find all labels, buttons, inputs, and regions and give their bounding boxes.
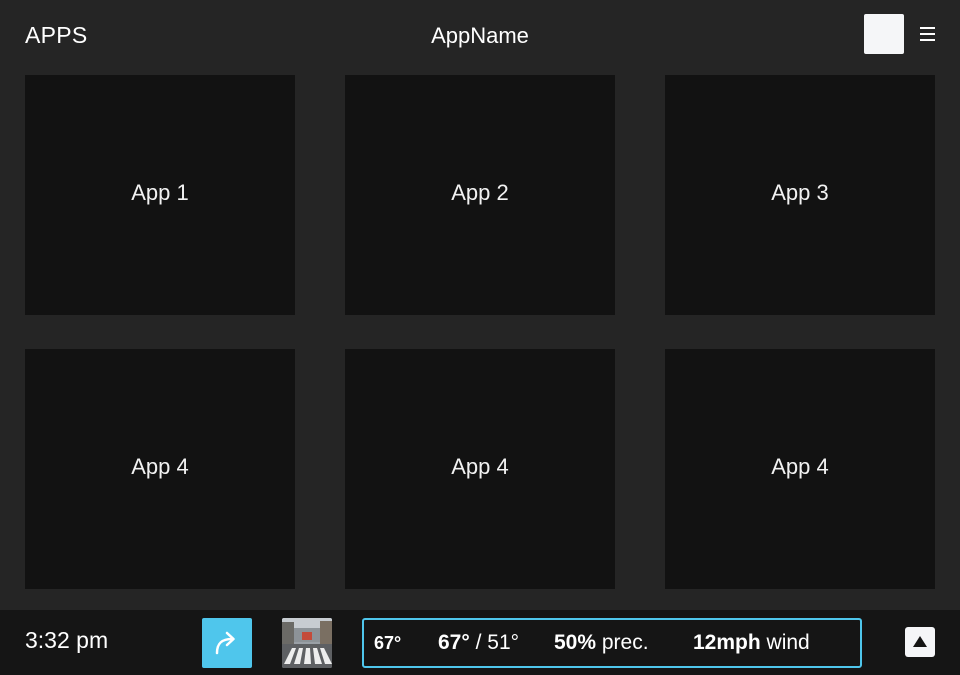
temp-separator: / bbox=[475, 631, 482, 654]
high-temperature: 67° bbox=[438, 631, 470, 654]
low-temperature: 51° bbox=[487, 631, 520, 654]
app-tile-label: App 4 bbox=[451, 454, 509, 479]
precipitation-value: 50% bbox=[554, 631, 597, 654]
app-tile-5[interactable]: App 4 bbox=[345, 349, 615, 589]
bottom-bar: 3:32 pm 67° 67° / 51° 50% prec. 12mph wi… bbox=[0, 610, 960, 675]
clock: 3:32 pm bbox=[25, 627, 109, 653]
header: APPS AppName bbox=[0, 0, 960, 72]
app-tile-2[interactable]: App 2 bbox=[345, 75, 615, 315]
triangle-up-icon bbox=[913, 636, 927, 647]
wind-label: wind bbox=[766, 631, 810, 654]
app-tile-label: App 1 bbox=[131, 180, 189, 205]
wind: 12mph wind bbox=[693, 631, 810, 655]
apps-screen: APPS AppName App 1 App 2 App 3 App 4 App… bbox=[0, 0, 960, 675]
street-thumbnail[interactable] bbox=[282, 618, 332, 668]
app-tile-3[interactable]: App 3 bbox=[665, 75, 935, 315]
app-tile-1[interactable]: App 1 bbox=[25, 75, 295, 315]
app-tile-label: App 4 bbox=[771, 454, 829, 479]
square-button[interactable] bbox=[864, 14, 904, 54]
precipitation: 50% prec. bbox=[554, 631, 649, 655]
app-tile-4[interactable]: App 4 bbox=[25, 349, 295, 589]
turn-right-arrow-icon bbox=[215, 631, 235, 655]
app-tile-label: App 3 bbox=[771, 180, 829, 205]
expand-button[interactable] bbox=[905, 627, 935, 657]
app-tile-label: App 2 bbox=[451, 180, 509, 205]
menu-icon[interactable] bbox=[920, 27, 935, 41]
app-name: AppName bbox=[431, 23, 529, 48]
app-tile-label: App 4 bbox=[131, 454, 189, 479]
wind-value: 12mph bbox=[693, 631, 761, 654]
precipitation-label: prec. bbox=[601, 631, 649, 654]
street-crosswalk-thumbnail bbox=[282, 618, 332, 668]
app-tile-6[interactable]: App 4 bbox=[665, 349, 935, 589]
high-low-temperature: 67° / 51° bbox=[438, 631, 519, 655]
navigation-button[interactable] bbox=[202, 618, 252, 668]
current-temperature: 67° bbox=[374, 633, 402, 653]
weather-panel[interactable]: 67° 67° / 51° 50% prec. 12mph wind bbox=[362, 618, 862, 668]
